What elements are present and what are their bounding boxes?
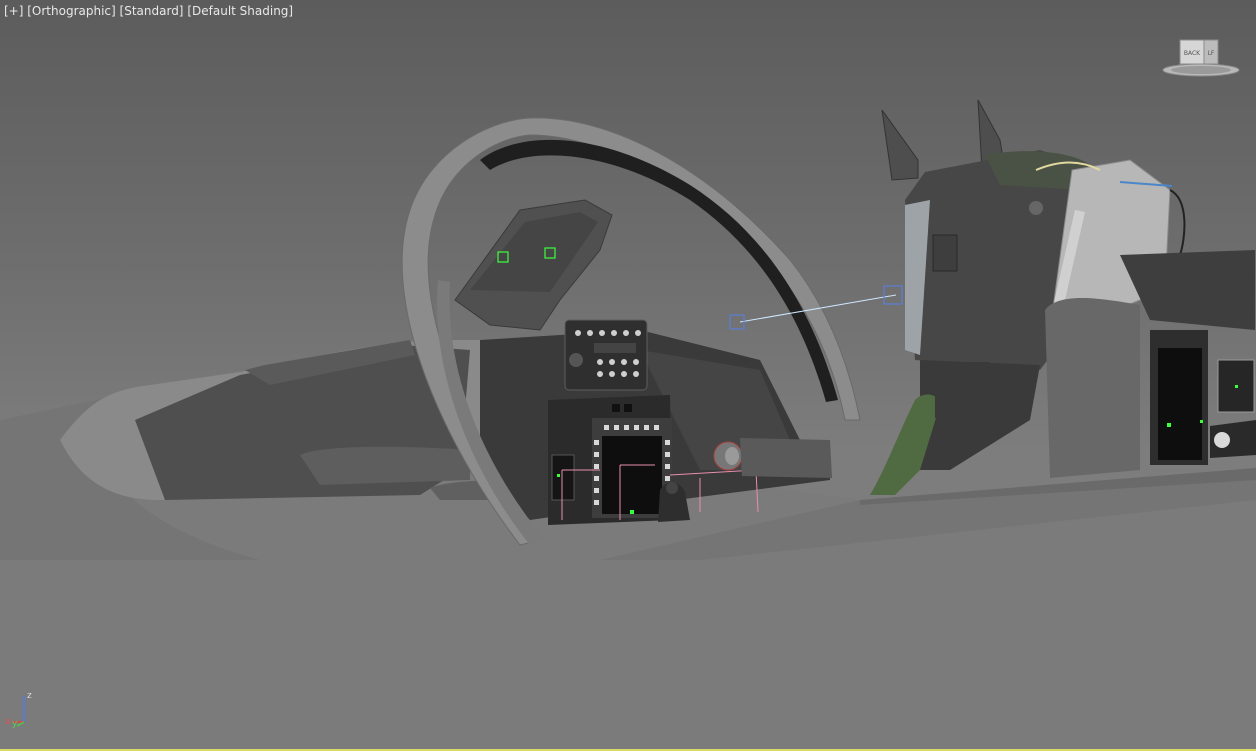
rear-deck	[300, 446, 470, 485]
viewport-camera-menu[interactable]: [Standard]	[120, 4, 184, 18]
axis-y-label: y	[12, 719, 18, 728]
air-pipe	[740, 438, 832, 478]
seat-handle	[932, 234, 958, 272]
mfd-small-top	[612, 404, 620, 412]
viewport-view-menu[interactable]: [Orthographic]	[27, 4, 115, 18]
viewcube-face-label: BACK	[1184, 50, 1201, 57]
axis-x-label: x	[5, 717, 11, 727]
green-marker-1	[630, 510, 634, 514]
mfd-center-screen	[602, 436, 662, 514]
air-vent-inner	[725, 447, 739, 465]
viewport-maximize-toggle[interactable]: [+]	[4, 4, 23, 18]
mfd-left-screen	[551, 454, 575, 501]
viewcube-side-label: LF	[1208, 50, 1215, 57]
rear-green-3	[1200, 420, 1203, 423]
cockpit-scene[interactable]	[0, 0, 1256, 751]
rear-dial	[1214, 432, 1230, 448]
stick-top	[666, 482, 678, 494]
mfd-small-top2	[624, 404, 632, 412]
rear-console-hood	[1120, 250, 1255, 330]
viewport-label-bar: [+] [Orthographic] [Standard] [Default S…	[4, 4, 293, 18]
viewcube-icon[interactable]: BACK LF	[1160, 36, 1242, 80]
rear-console	[1045, 298, 1140, 478]
viewport[interactable]: [+] [Orthographic] [Standard] [Default S…	[0, 0, 1256, 751]
axis-z-label: z	[27, 691, 32, 701]
rear-green-1	[1167, 423, 1171, 427]
rear-green-2	[1235, 385, 1238, 388]
seat-wire	[1169, 189, 1186, 256]
rear-mfd-screen	[1158, 348, 1202, 460]
axis-tripod-icon: z x y	[5, 691, 32, 728]
seat-block	[935, 362, 990, 418]
viewport-shading-menu[interactable]: [Default Shading]	[187, 4, 293, 18]
seat-knob	[1029, 201, 1043, 215]
seat-headrest	[881, 109, 919, 181]
green-marker-2	[557, 474, 560, 477]
target-point-2	[883, 285, 903, 305]
